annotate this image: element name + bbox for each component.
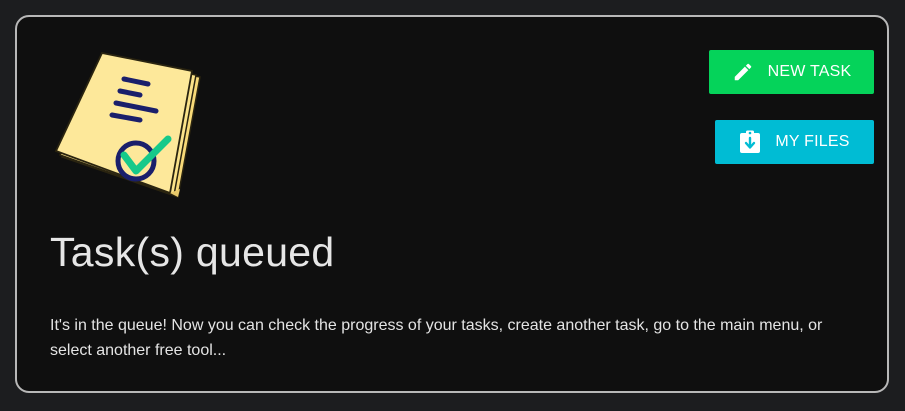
my-files-button[interactable]: MY FILES: [715, 120, 874, 164]
new-task-button[interactable]: NEW TASK: [709, 50, 874, 94]
clipboard-download-icon: [739, 130, 761, 154]
pencil-icon: [732, 60, 754, 84]
task-queued-card: NEW TASK MY FILES Task(s) queued It's in…: [15, 15, 889, 393]
my-files-label: MY FILES: [775, 133, 850, 150]
notes-checkmark-icon: [52, 47, 202, 207]
status-message: It's in the queue! Now you can check the…: [50, 317, 823, 359]
status-title: Task(s) queued: [50, 229, 335, 275]
new-task-label: NEW TASK: [767, 63, 852, 80]
